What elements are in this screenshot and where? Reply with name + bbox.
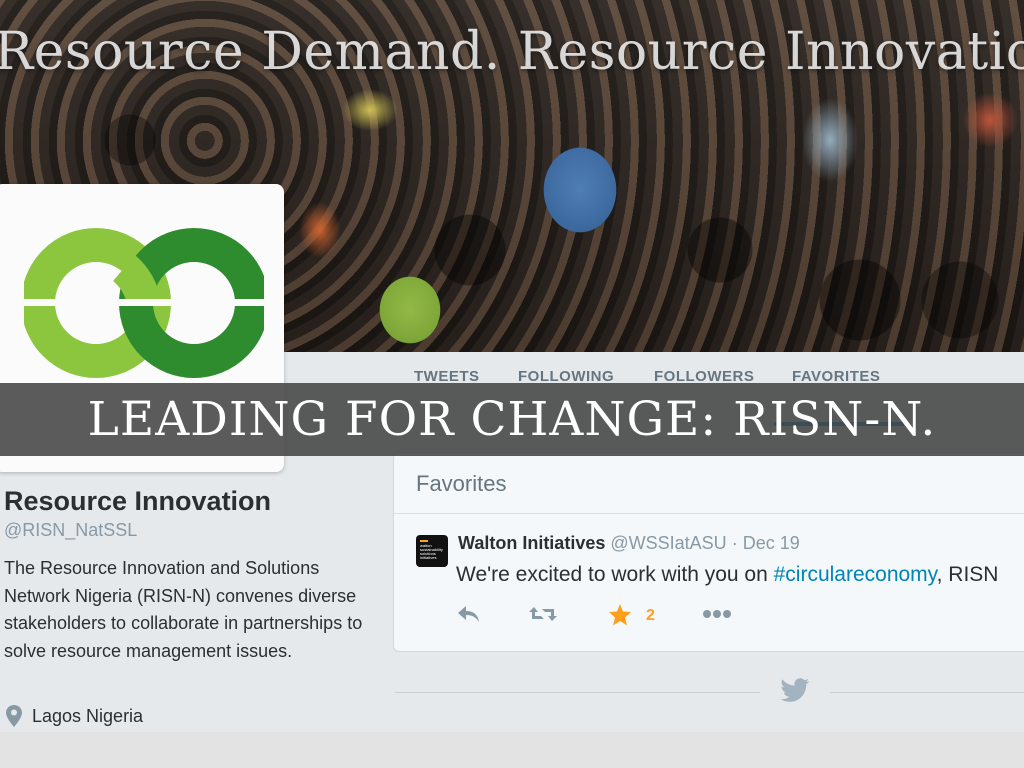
profile-location: Lagos Nigeria [6,705,143,727]
divider-line [395,692,760,693]
avatar-accent [420,540,428,542]
profile-name[interactable]: Resource Innovation [4,486,271,517]
timeline-footer [395,678,1024,702]
twitter-bird-icon [780,678,809,702]
tweet-date[interactable]: Dec 19 [743,533,800,553]
map-pin-icon [6,705,22,727]
favorite-count: 2 [646,607,655,624]
tweet-text-after: , RISN [936,563,999,586]
favorites-timeline: Favorites walton sustainability solution… [393,452,1024,652]
tweet-text: We're excited to work with you on #circu… [456,563,998,587]
tweet-author-name[interactable]: Walton Initiatives [458,533,605,553]
profile-handle[interactable]: @RISN_NatSSL [4,520,137,541]
profile-bio: The Resource Innovation and Solutions Ne… [4,558,363,661]
tweet-actions: 2 [456,603,756,629]
location-text: Lagos Nigeria [32,705,144,726]
divider-line [830,692,1024,693]
slide: Resource Demand. Resource Innovatio Reso… [0,0,1024,768]
risn-logo-icon [24,228,264,378]
page-bottom [0,732,1024,768]
avatar-text: walton sustainability solutions initiati… [420,543,443,560]
tweet-author-handle[interactable]: @WSSIatASU [610,533,726,553]
tweet-text-before: We're excited to work with you on [456,563,774,586]
caption-overlay: LEADING FOR CHANGE: RISN-N. [0,383,1024,456]
favorites-title: Favorites [416,471,507,496]
reply-icon[interactable] [456,603,482,625]
hashtag-link[interactable]: #circulareconomy [774,563,937,586]
tweet-author-avatar[interactable]: walton sustainability solutions initiati… [416,535,448,567]
caption-text: LEADING FOR CHANGE: RISN-N. [87,392,937,447]
tweet-header: Walton Initiatives @WSSIatASU · Dec 19 [458,533,800,554]
more-icon[interactable] [702,603,732,625]
retweet-icon[interactable] [528,603,558,625]
favorite-star-icon[interactable] [608,603,632,627]
banner-title: Resource Demand. Resource Innovatio [0,22,1024,82]
tweet-date-separator: · [731,533,738,553]
favorites-header: Favorites [394,453,1024,514]
